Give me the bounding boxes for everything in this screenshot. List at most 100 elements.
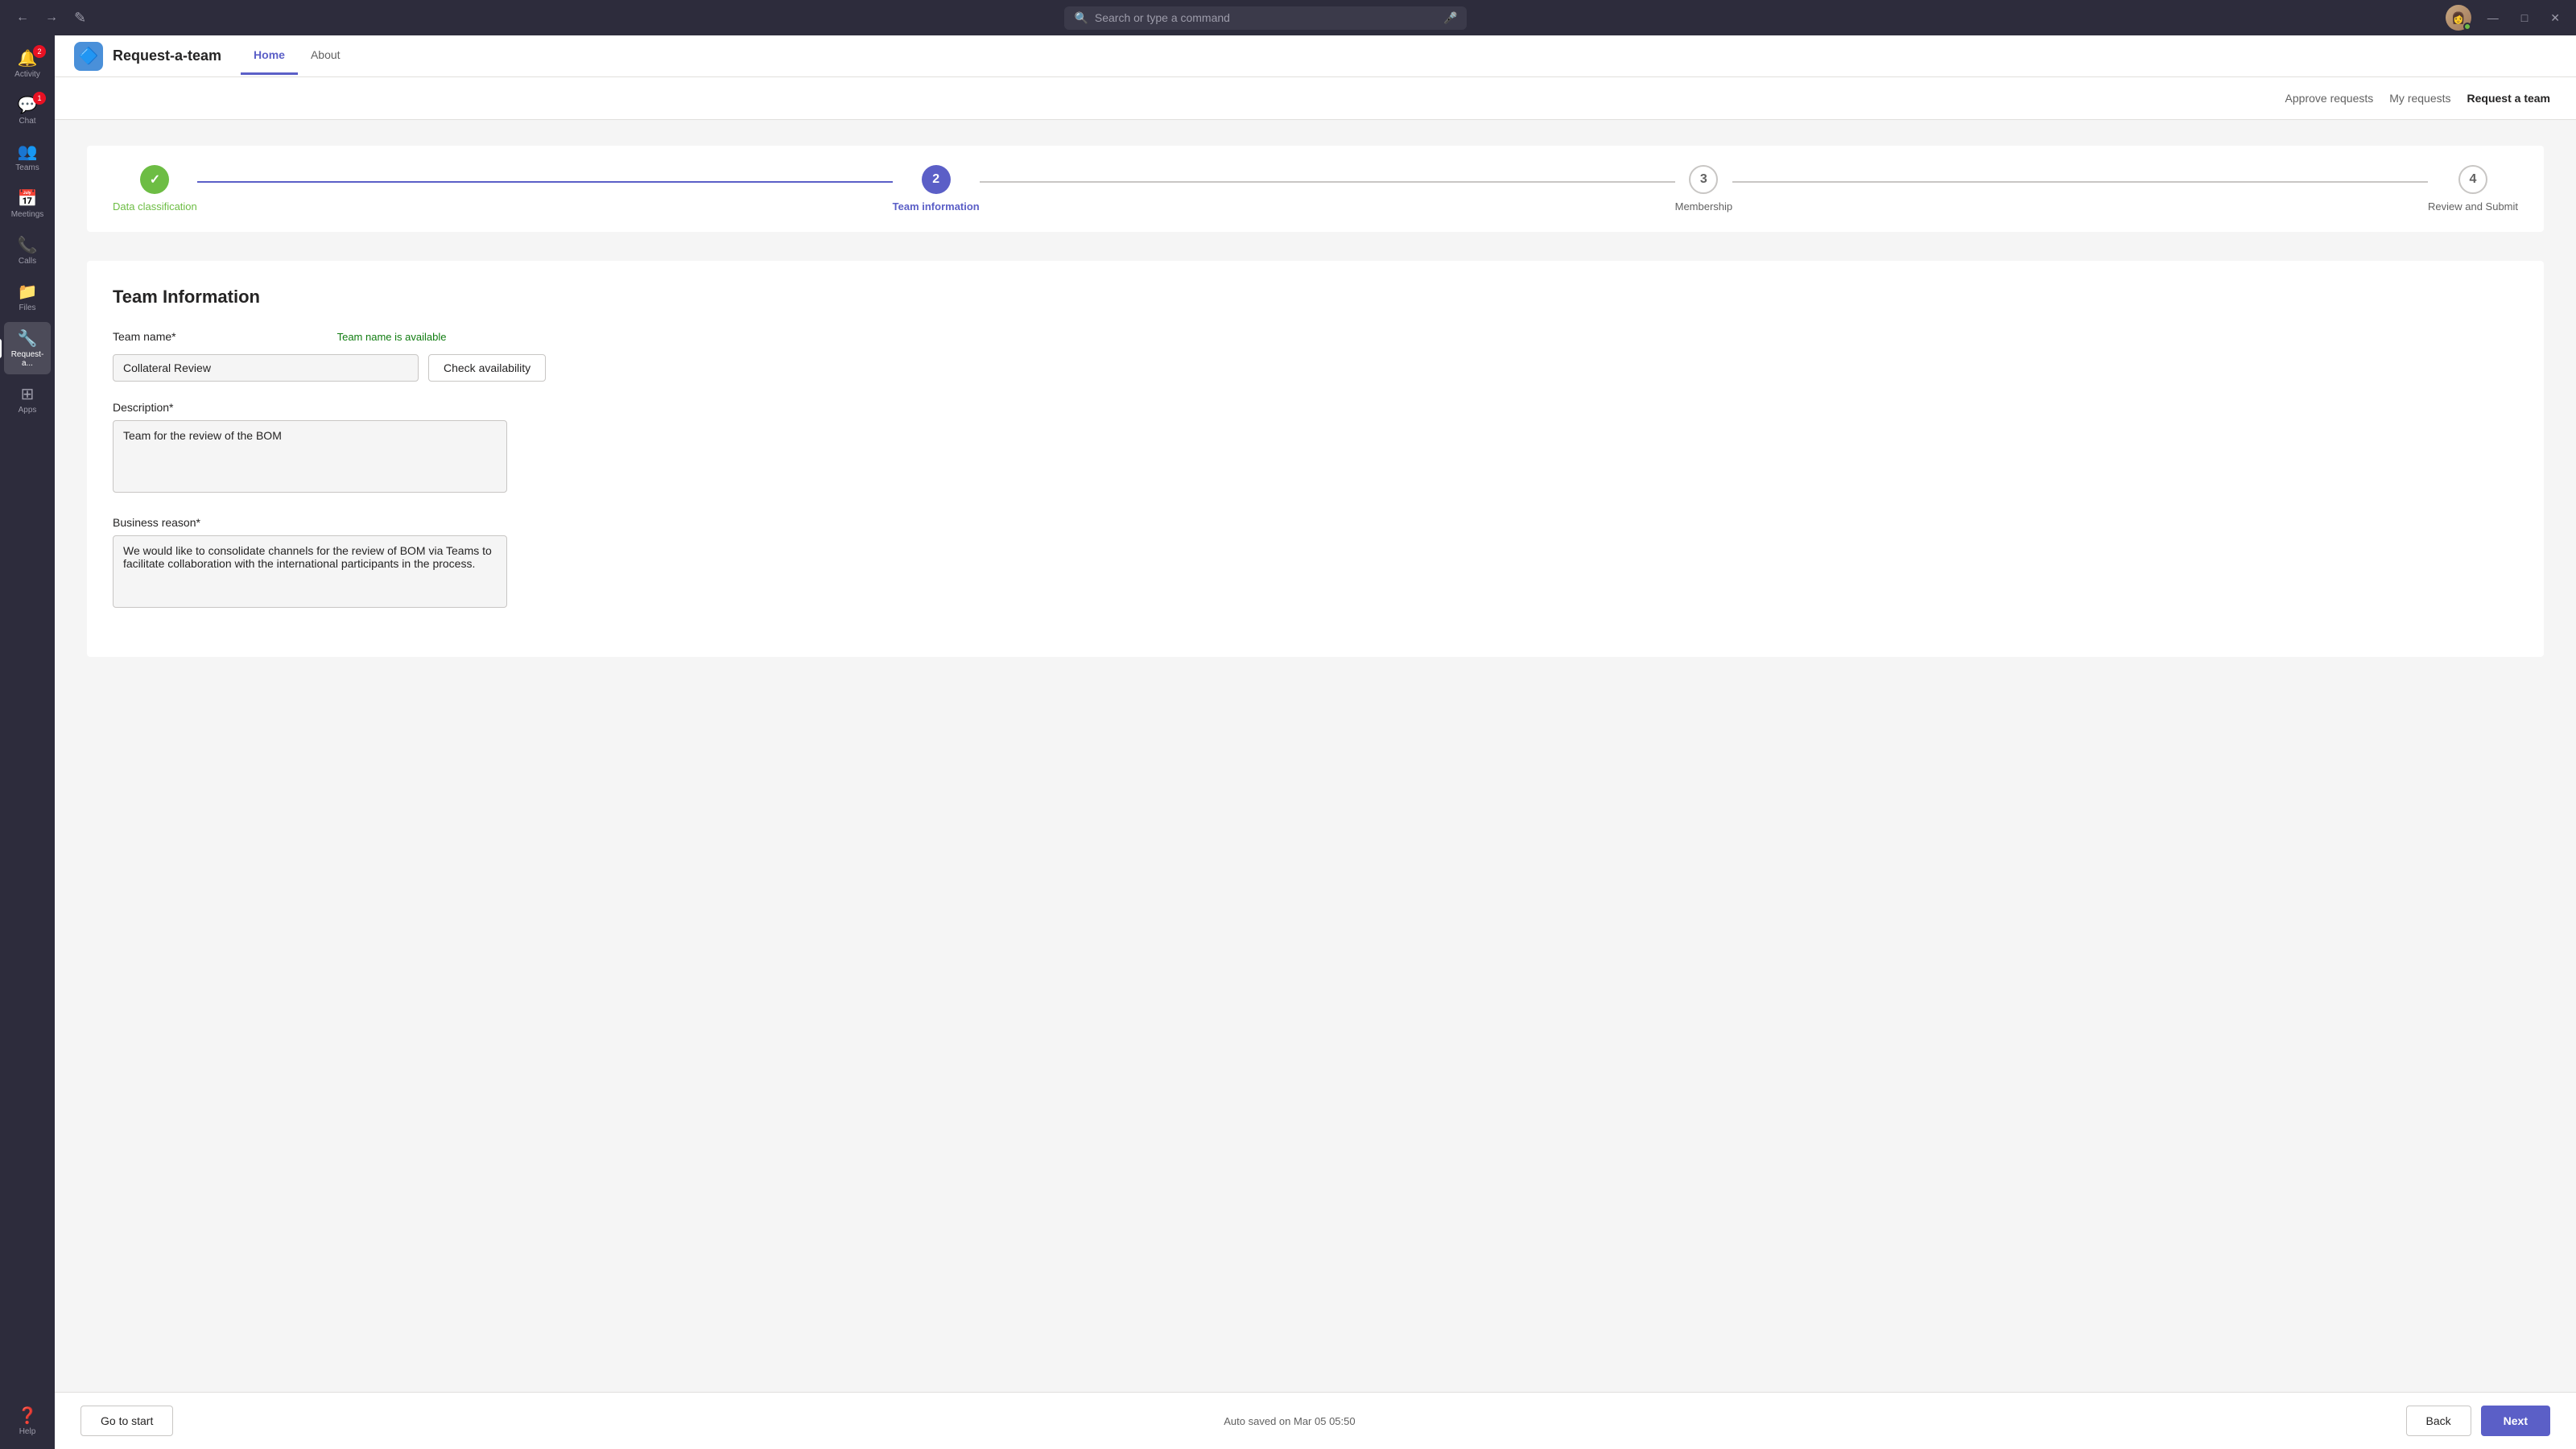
sidebar-label-chat: Chat	[19, 117, 35, 126]
step-2: 2 Team information	[893, 165, 980, 213]
description-textarea[interactable]: Team for the review of the BOM	[113, 420, 507, 493]
sidebar-label-help: Help	[19, 1427, 36, 1436]
sidebar-label-calls: Calls	[19, 257, 36, 266]
check-availability-button[interactable]: Check availability	[428, 354, 546, 382]
approve-requests-action[interactable]: Approve requests	[2285, 87, 2374, 109]
team-name-input[interactable]	[113, 354, 419, 382]
files-icon: 📁	[18, 282, 38, 302]
step-4: 4 Review and Submit	[2428, 165, 2518, 213]
search-icon: 🔍	[1074, 11, 1088, 25]
step-3: 3 Membership	[1675, 165, 1733, 213]
main-content: Data classification 2 Team information 3	[55, 120, 2576, 1392]
sidebar-item-files[interactable]: 📁 Files	[4, 275, 51, 319]
description-group: Description* Team for the review of the …	[113, 401, 2518, 497]
step-4-circle: 4	[2458, 165, 2487, 194]
step-2-label: Team information	[893, 200, 980, 213]
business-reason-textarea[interactable]: We would like to consolidate channels fo…	[113, 535, 507, 608]
step-1-label: Data classification	[113, 200, 197, 213]
sidebar-item-meetings[interactable]: 📅 Meetings	[4, 182, 51, 225]
nav-item-home[interactable]: Home	[241, 37, 298, 75]
auto-saved-text: Auto saved on Mar 05 05:50	[1224, 1415, 1355, 1427]
apps-icon: ⊞	[21, 384, 35, 404]
meetings-icon: 📅	[18, 188, 38, 208]
teams-icon: 👥	[18, 142, 38, 162]
team-name-row: Check availability	[113, 354, 2518, 382]
sidebar-label-meetings: Meetings	[11, 210, 44, 219]
minimize-button[interactable]: —	[2481, 8, 2505, 27]
connector-2-3	[980, 181, 1675, 183]
app-title: Request-a-team	[113, 47, 221, 64]
activity-badge: 2	[33, 45, 46, 58]
sidebar-bottom: ❓ Help	[4, 1399, 51, 1443]
maximize-button[interactable]: □	[2515, 8, 2534, 27]
team-name-label: Team name*	[113, 330, 176, 343]
step-3-circle: 3	[1689, 165, 1718, 194]
sidebar-label-files: Files	[19, 303, 35, 312]
description-label: Description*	[113, 401, 2518, 414]
connector-1-2	[197, 181, 893, 183]
form-section: Team Information Team name* Team name is…	[87, 261, 2544, 657]
content-area: 🔷 Request-a-team Home About Approve requ…	[55, 35, 2576, 1449]
nav-buttons: ← →	[10, 7, 64, 28]
next-button[interactable]: Next	[2481, 1406, 2550, 1436]
sidebar-item-calls[interactable]: 📞 Calls	[4, 229, 51, 272]
app-layout: 🔔 Activity 2 💬 Chat 1 👥 Teams 📅 Meetings…	[0, 35, 2576, 1449]
availability-status: Team name is available	[337, 331, 447, 343]
footer-right: Back Next	[2406, 1406, 2550, 1436]
checkmark-icon	[150, 171, 160, 188]
back-button[interactable]: ←	[10, 7, 35, 28]
step-3-number: 3	[1700, 172, 1707, 187]
connector-3-4	[1732, 181, 2428, 183]
sidebar-label-request: Request-a...	[9, 350, 46, 368]
app-nav: Home About	[241, 37, 353, 75]
footer-left: Go to start	[80, 1406, 173, 1436]
calls-icon: 📞	[18, 235, 38, 255]
sidebar-label-teams: Teams	[15, 163, 39, 172]
nav-item-about[interactable]: About	[298, 37, 353, 75]
search-input[interactable]	[1095, 11, 1437, 24]
avatar-status	[2463, 23, 2471, 31]
sidebar-item-teams[interactable]: 👥 Teams	[4, 135, 51, 179]
step-1: Data classification	[113, 165, 197, 213]
close-button[interactable]: ✕	[2544, 8, 2566, 28]
back-button[interactable]: Back	[2406, 1406, 2471, 1436]
avatar[interactable]: 👩	[2446, 5, 2471, 31]
help-icon: ❓	[18, 1406, 38, 1426]
business-reason-label: Business reason*	[113, 516, 2518, 529]
step-3-label: Membership	[1675, 200, 1733, 213]
sidebar-label-activity: Activity	[14, 70, 40, 79]
step-2-number: 2	[932, 172, 939, 187]
sidebar-item-request[interactable]: 🔧 Request-a...	[4, 322, 51, 374]
sidebar-item-apps[interactable]: ⊞ Apps	[4, 378, 51, 421]
step-1-circle	[140, 165, 169, 194]
request-icon: 🔧	[18, 328, 38, 349]
step-4-label: Review and Submit	[2428, 200, 2518, 213]
step-4-number: 4	[2470, 172, 2477, 187]
page-header: Approve requests My requests Request a t…	[55, 77, 2576, 120]
title-bar: ← → ✎ 🔍 🎤 👩 — □ ✕	[0, 0, 2576, 35]
chat-badge: 1	[33, 92, 46, 105]
app-header: 🔷 Request-a-team Home About	[55, 35, 2576, 77]
business-reason-group: Business reason* We would like to consol…	[113, 516, 2518, 612]
form-title: Team Information	[113, 287, 2518, 308]
forward-button[interactable]: →	[39, 7, 64, 28]
sidebar-item-activity[interactable]: 🔔 Activity 2	[4, 42, 51, 85]
sidebar-item-help[interactable]: ❓ Help	[4, 1399, 51, 1443]
sidebar-label-apps: Apps	[19, 406, 37, 415]
compose-button[interactable]: ✎	[74, 10, 86, 27]
request-a-team-action[interactable]: Request a team	[2467, 87, 2550, 109]
sidebar-item-chat[interactable]: 💬 Chat 1	[4, 89, 51, 132]
my-requests-action[interactable]: My requests	[2389, 87, 2450, 109]
team-name-group: Team name* Team name is available Check …	[113, 330, 2518, 382]
go-to-start-button[interactable]: Go to start	[80, 1406, 173, 1436]
title-bar-right: 👩 — □ ✕	[2446, 5, 2566, 31]
logo-icon: 🔷	[79, 46, 99, 66]
app-logo: 🔷	[74, 42, 103, 71]
title-bar-left: ← → ✎	[10, 7, 86, 28]
sidebar: 🔔 Activity 2 💬 Chat 1 👥 Teams 📅 Meetings…	[0, 35, 55, 1449]
search-bar: 🔍 🎤	[1064, 6, 1467, 30]
step-2-circle: 2	[922, 165, 951, 194]
mic-icon: 🎤	[1443, 11, 1457, 25]
form-footer: Go to start Auto saved on Mar 05 05:50 B…	[55, 1392, 2576, 1449]
stepper: Data classification 2 Team information 3	[87, 146, 2544, 232]
